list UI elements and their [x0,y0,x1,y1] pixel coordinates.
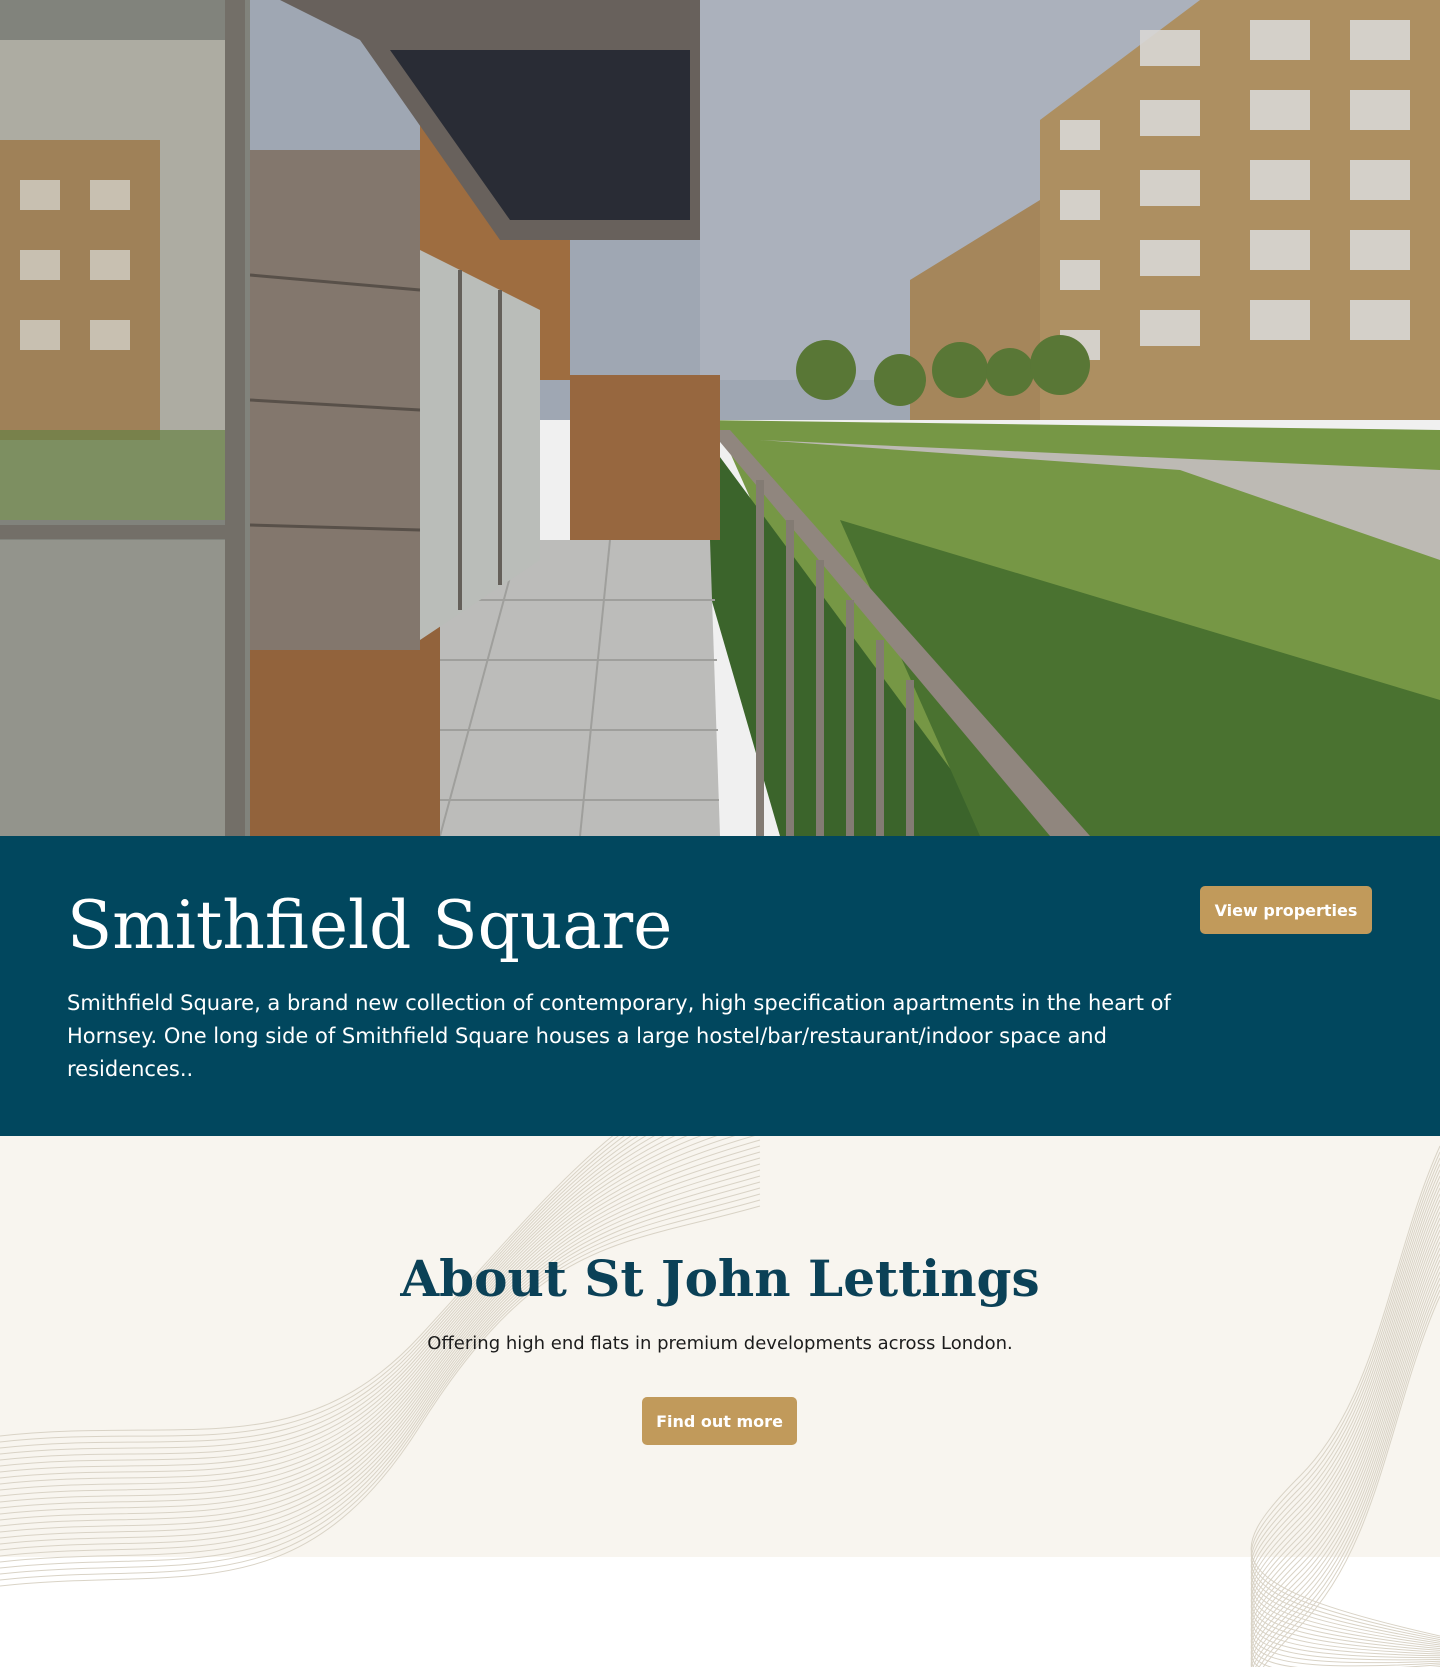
development-description: Smithfield Square, a brand new collectio… [67,991,1171,1081]
development-title: Smithfield Square [67,887,673,964]
view-properties-button[interactable]: View properties [1200,886,1372,934]
find-out-more-button[interactable]: Find out more [642,1397,797,1445]
hero-image [0,0,1440,836]
about-title: About St John Lettings [400,1249,1040,1308]
about-subtitle: Offering high end flats in premium devel… [427,1333,1013,1354]
